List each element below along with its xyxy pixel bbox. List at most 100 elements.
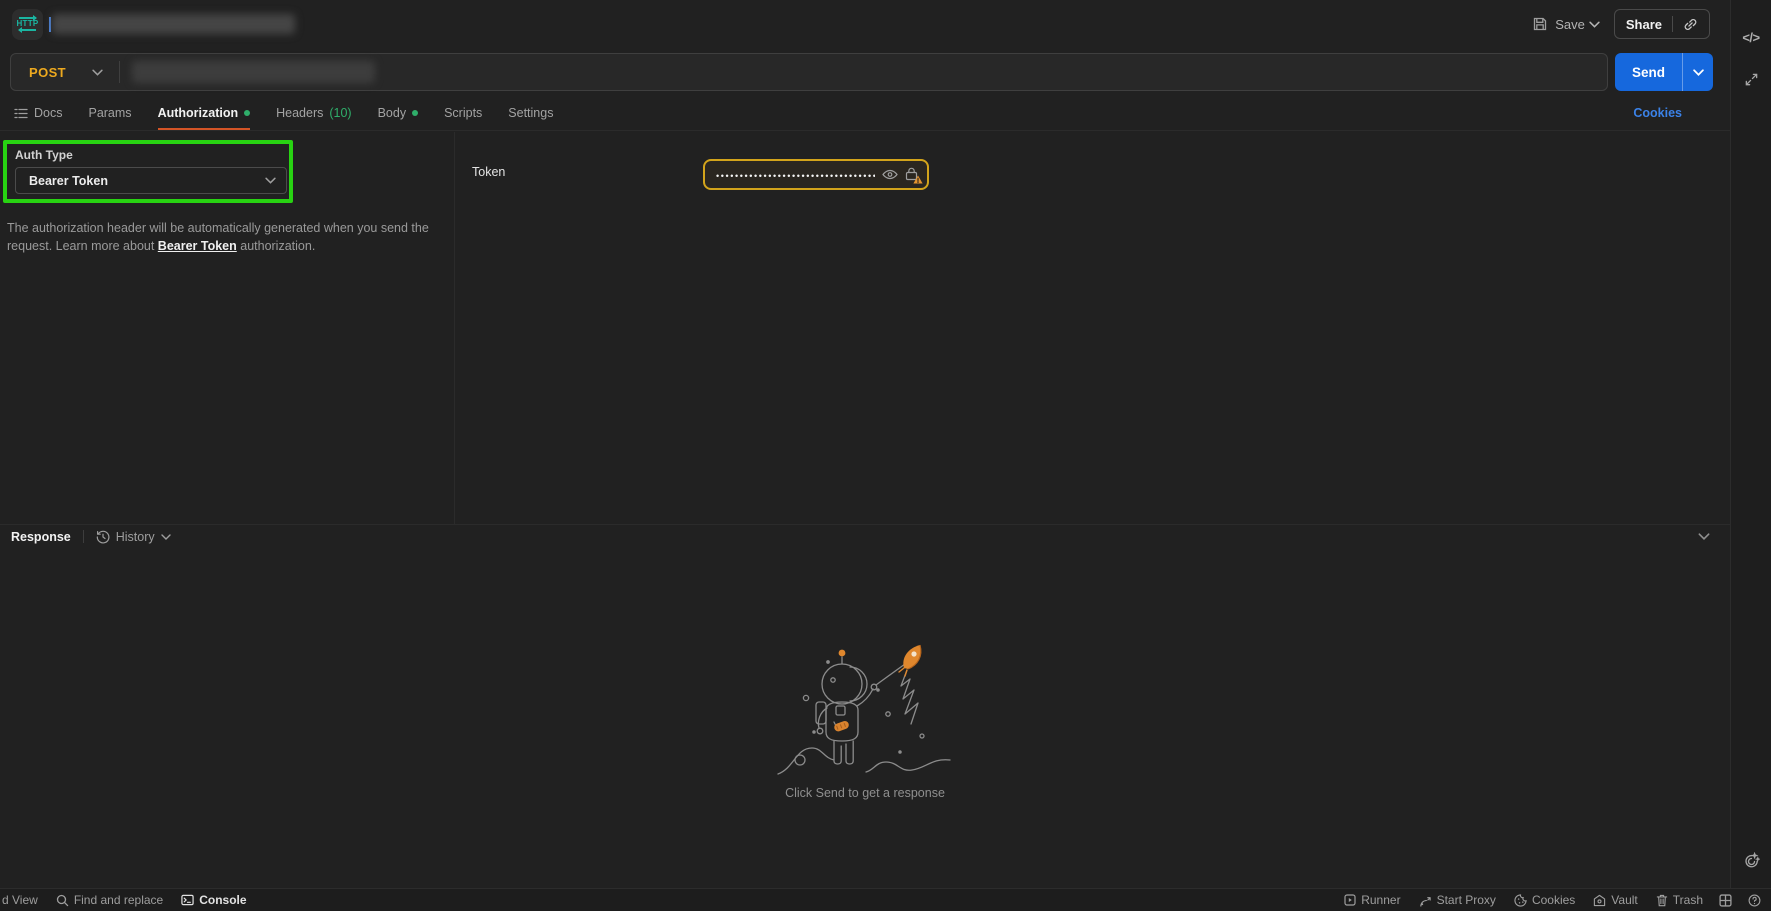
warning-triangle-icon (913, 175, 923, 184)
share-divider (1672, 16, 1673, 32)
tab-body[interactable]: Body (378, 96, 419, 130)
method-label: POST (29, 65, 66, 80)
runner-button[interactable]: Runner (1344, 893, 1400, 907)
auth-description: The authorization header will be automat… (7, 220, 439, 255)
show-token-eye-icon[interactable] (882, 169, 898, 180)
start-proxy-button[interactable]: Start Proxy (1419, 893, 1496, 907)
split-pane-icon[interactable] (1719, 894, 1732, 907)
cookies-button-label: Cookies (1532, 893, 1575, 907)
floppy-disk-icon (1532, 16, 1548, 32)
auth-type-select[interactable]: Bearer Token (15, 167, 287, 194)
send-button-group: Send (1615, 53, 1713, 91)
send-button[interactable]: Send (1615, 53, 1682, 91)
view-toggle[interactable]: d View (2, 893, 38, 907)
find-replace-label: Find and replace (74, 893, 163, 907)
question-circle-icon (1748, 894, 1761, 907)
vault-label: Vault (1611, 893, 1637, 907)
send-options-chevron[interactable] (1682, 53, 1713, 91)
authorization-panel: Auth Type Bearer Token The authorization… (0, 132, 1730, 524)
tab-label: Headers (276, 106, 323, 120)
console-icon (181, 894, 194, 906)
tab-params[interactable]: Params (88, 96, 131, 130)
tab-label: Params (88, 106, 131, 120)
response-empty-state: Click Send to get a response (0, 548, 1730, 888)
vault-icon (1593, 894, 1606, 907)
url-input-redacted[interactable] (132, 61, 375, 83)
save-button[interactable]: Save (1532, 16, 1585, 32)
split-pane-grid-icon (1719, 894, 1732, 907)
history-label: History (116, 530, 155, 544)
search-icon (56, 894, 69, 907)
save-options-chevron[interactable] (1589, 21, 1600, 28)
tab-scripts[interactable]: Scripts (444, 96, 482, 130)
collapse-response-chevron[interactable] (1698, 533, 1710, 540)
console-button[interactable]: Console (181, 893, 246, 907)
trash-icon (1656, 894, 1668, 907)
runner-label: Runner (1361, 893, 1400, 907)
logo-arrow-bottom (19, 29, 36, 31)
auth-description-text: authorization. (237, 239, 316, 253)
status-bar: d View Find and replace Console Runner (0, 888, 1771, 911)
url-divider (119, 61, 120, 83)
response-title: Response (11, 530, 71, 544)
proxy-icon (1419, 894, 1432, 907)
share-label: Share (1626, 17, 1662, 32)
docs-icon (14, 108, 28, 119)
trash-button[interactable]: Trash (1656, 893, 1703, 907)
headers-count: (10) (329, 106, 351, 120)
cookies-link[interactable]: Cookies (1633, 106, 1682, 120)
logo-arrow-top (19, 17, 36, 19)
http-request-icon: HTTP (12, 9, 43, 40)
annotation-highlight-box: Auth Type Bearer Token (3, 140, 293, 203)
right-sidebar: </> (1730, 0, 1771, 888)
help-icon[interactable] (1748, 894, 1761, 907)
trash-label: Trash (1673, 893, 1703, 907)
token-label: Token (472, 165, 505, 179)
select-chevron-icon (265, 177, 276, 184)
expand-arrows-icon[interactable] (1737, 65, 1765, 93)
code-snippet-icon[interactable]: </> (1737, 23, 1765, 51)
auth-type-label: Auth Type (15, 148, 281, 162)
tab-label: Docs (34, 106, 62, 120)
cookies-button[interactable]: Cookies (1514, 893, 1575, 907)
token-security-icon[interactable] (905, 167, 920, 182)
auth-detail-panel: Token ••••••••••••••••••••••••••••••••••… (455, 132, 1730, 524)
text-cursor (49, 17, 51, 32)
request-title[interactable] (49, 14, 295, 34)
history-dropdown[interactable]: History (96, 530, 171, 544)
method-chevron-icon (92, 69, 103, 76)
auth-type-value: Bearer Token (29, 174, 108, 188)
runner-icon (1344, 894, 1356, 906)
astronaut-illustration (770, 640, 960, 780)
vault-button[interactable]: Vault (1593, 893, 1637, 907)
tab-authorization[interactable]: Authorization (158, 96, 251, 130)
tab-label: Authorization (158, 106, 239, 120)
request-row: POST Send (0, 48, 1730, 96)
request-tabs: Docs Params Authorization Headers (10) B… (0, 96, 1730, 131)
empty-response-message: Click Send to get a response (785, 786, 945, 800)
save-label: Save (1555, 17, 1585, 32)
tab-docs[interactable]: Docs (14, 96, 62, 130)
tab-headers[interactable]: Headers (10) (276, 96, 351, 130)
postbot-sparkle-icon[interactable] (1737, 846, 1765, 874)
find-and-replace-button[interactable]: Find and replace (56, 893, 163, 907)
start-proxy-label: Start Proxy (1437, 893, 1496, 907)
modified-dot (412, 110, 418, 116)
method-selector[interactable]: POST (11, 65, 119, 80)
url-bar: POST (10, 53, 1608, 91)
auth-type-panel: Auth Type Bearer Token The authorization… (0, 132, 455, 524)
link-icon[interactable] (1683, 17, 1698, 32)
app-window: </> HTTP (0, 0, 1771, 911)
tab-label: Settings (508, 106, 553, 120)
send-label: Send (1632, 65, 1665, 80)
modified-dot (244, 110, 250, 116)
code-brackets-glyph: </> (1742, 30, 1759, 45)
request-title-redacted (52, 14, 295, 34)
token-input[interactable]: ••••••••••••••••••••••••••••••••••• (703, 159, 929, 190)
cookie-icon (1514, 894, 1527, 907)
divider (83, 530, 84, 543)
tab-label: Body (378, 106, 407, 120)
share-button[interactable]: Share (1614, 9, 1710, 39)
tab-settings[interactable]: Settings (508, 96, 553, 130)
bearer-token-link[interactable]: Bearer Token (158, 239, 237, 253)
